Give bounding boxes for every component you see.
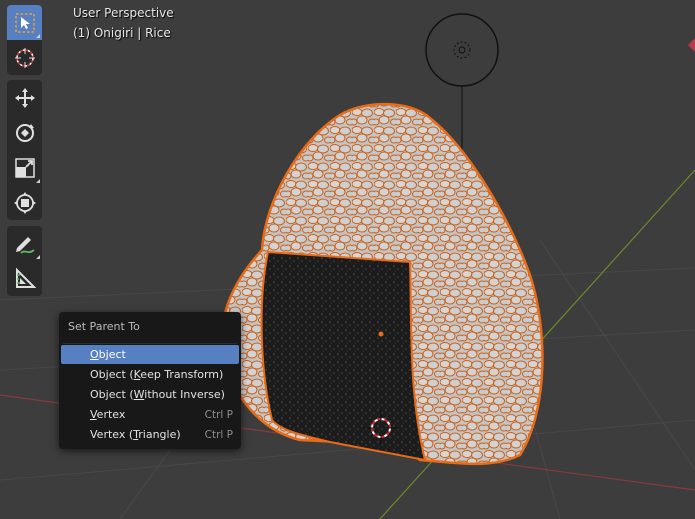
offscreen-gizmo-edge [688, 38, 695, 52]
tool-move[interactable] [7, 80, 42, 115]
object-origin[interactable] [378, 331, 384, 337]
rotate-icon [15, 123, 34, 142]
toolbar-group-annotate [7, 226, 42, 296]
move-icon [14, 87, 35, 108]
menu-item-shortcut: Ctrl P [204, 428, 233, 441]
tool-select-box[interactable] [7, 5, 42, 40]
menu-title: Set Parent To [68, 320, 140, 333]
menu-item-object[interactable]: Object [61, 345, 239, 364]
tool-annotate[interactable] [7, 226, 42, 261]
menu-item-object-without-inverse[interactable]: Object (Without Inverse) [61, 385, 239, 404]
tool-transform[interactable] [7, 185, 42, 220]
tool-measure[interactable] [7, 261, 42, 296]
menu-item-vertex-triangle[interactable]: Vertex (Triangle) Ctrl P [61, 425, 239, 444]
active-object-label: (1) Onigiri | Rice [73, 26, 171, 40]
scale-icon [14, 157, 35, 178]
set-parent-menu: Set Parent To Object Object (Keep Transf… [59, 312, 241, 449]
annotate-icon [15, 236, 35, 254]
menu-item-shortcut: Ctrl P [204, 408, 233, 421]
menu-item-object-keep-transform[interactable]: Object (Keep Transform) [61, 365, 239, 384]
cursor-icon [14, 47, 35, 68]
menu-item-label: Object (Keep Transform) [90, 368, 224, 381]
onigiri-nori[interactable] [260, 250, 427, 462]
menu-item-label: Vertex [90, 408, 126, 421]
menu-separator [63, 343, 237, 344]
tool-scale[interactable] [7, 150, 42, 185]
menu-item-label: Vertex (Triangle) [90, 428, 181, 441]
transform-icon [13, 191, 36, 214]
measure-icon [15, 267, 36, 288]
menu-item-label: Object [90, 348, 126, 361]
select-box-icon [14, 12, 35, 33]
view-name: User Perspective [73, 6, 174, 20]
tool-cursor[interactable] [7, 40, 42, 75]
menu-item-label: Object (Without Inverse) [90, 388, 225, 401]
toolbar-group-transform [7, 80, 42, 220]
toolbar-group-select [7, 5, 42, 75]
tool-rotate[interactable] [7, 115, 42, 150]
menu-item-vertex[interactable]: Vertex Ctrl P [61, 405, 239, 424]
